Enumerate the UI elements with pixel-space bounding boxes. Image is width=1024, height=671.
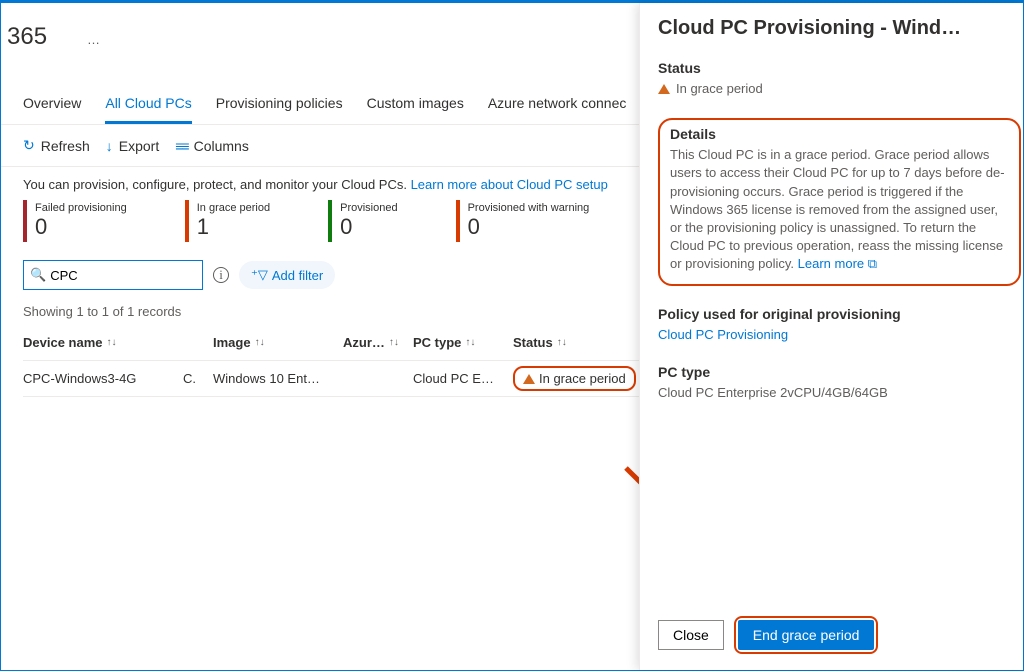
warning-icon: [658, 84, 670, 94]
search-input[interactable]: [50, 268, 196, 283]
tab-provisioning-policies[interactable]: Provisioning policies: [216, 89, 343, 124]
pctype-label: PC type: [658, 364, 1021, 380]
cell-device: CPC-Windows3-4G: [23, 371, 183, 386]
refresh-icon: ↻: [23, 137, 35, 154]
details-label: Details: [670, 126, 1011, 142]
sort-icon: ↑↓: [107, 337, 117, 348]
col-azure[interactable]: Azur…↑↓: [343, 335, 413, 350]
stat-failed: Failed provisioning 0: [23, 200, 135, 242]
sort-icon: ↑↓: [557, 337, 567, 348]
pctype-value: Cloud PC Enterprise 2vCPU/4GB/64GB: [658, 384, 1021, 402]
stat-warning: Provisioned with warning 0: [456, 200, 598, 242]
cell-c: C.: [183, 371, 213, 386]
export-button[interactable]: ↓ Export: [106, 138, 159, 154]
policy-label: Policy used for original provisioning: [658, 306, 1021, 322]
columns-icon: ≡≡: [175, 138, 187, 154]
col-device[interactable]: Device name↑↓: [23, 335, 183, 350]
policy-link[interactable]: Cloud PC Provisioning: [658, 327, 788, 342]
col-pctype[interactable]: PC type↑↓: [413, 335, 513, 350]
stat-provisioned: Provisioned 0: [328, 200, 405, 242]
download-icon: ↓: [106, 138, 113, 154]
search-box[interactable]: 🔍: [23, 260, 203, 290]
details-flyout: Cloud PC Provisioning - Wind… Status In …: [639, 3, 1023, 670]
col-status[interactable]: Status↑↓: [513, 335, 653, 350]
sort-icon: ↑↓: [465, 337, 475, 348]
add-filter-button[interactable]: ⁺▽ Add filter: [239, 261, 335, 289]
external-link-icon: ⧉: [868, 256, 877, 271]
status-highlight: In grace period: [513, 366, 636, 391]
refresh-button[interactable]: ↻ Refresh: [23, 137, 90, 154]
more-icon[interactable]: …: [87, 32, 102, 47]
sort-icon: ↑↓: [255, 337, 265, 348]
end-grace-period-button[interactable]: End grace period: [738, 620, 875, 650]
sort-icon: ↑↓: [389, 337, 399, 348]
details-section: Details This Cloud PC is in a grace peri…: [658, 118, 1021, 285]
tab-custom-images[interactable]: Custom images: [367, 89, 464, 124]
status-value: In grace period: [658, 80, 1021, 98]
filter-icon: ⁺▽: [251, 267, 268, 283]
warning-icon: [523, 374, 535, 384]
page-title: 365: [7, 23, 47, 51]
details-learn-more-link[interactable]: Learn more ⧉: [798, 256, 877, 271]
info-icon[interactable]: i: [213, 267, 229, 283]
cell-pctype: Cloud PC E…: [413, 371, 513, 386]
flyout-footer: Close End grace period: [640, 606, 1023, 670]
search-icon: 🔍: [30, 267, 46, 283]
status-label: Status: [658, 60, 1021, 76]
close-button[interactable]: Close: [658, 620, 724, 650]
col-image[interactable]: Image↑↓: [213, 335, 343, 350]
tab-overview[interactable]: Overview: [23, 89, 81, 124]
columns-button[interactable]: ≡≡ Columns: [175, 138, 249, 154]
learn-more-link[interactable]: Learn more about Cloud PC setup: [411, 177, 608, 192]
tab-all-cloud-pcs[interactable]: All Cloud PCs: [105, 89, 191, 124]
cell-image: Windows 10 Ent…: [213, 371, 343, 386]
tab-azure-network[interactable]: Azure network connec: [488, 89, 627, 124]
stat-grace: In grace period 1: [185, 200, 278, 242]
cell-status: In grace period: [513, 366, 653, 391]
flyout-title: Cloud PC Provisioning - Wind…: [658, 17, 1021, 40]
primary-highlight: End grace period: [734, 616, 879, 654]
details-text: This Cloud PC is in a grace period. Grac…: [670, 146, 1011, 273]
